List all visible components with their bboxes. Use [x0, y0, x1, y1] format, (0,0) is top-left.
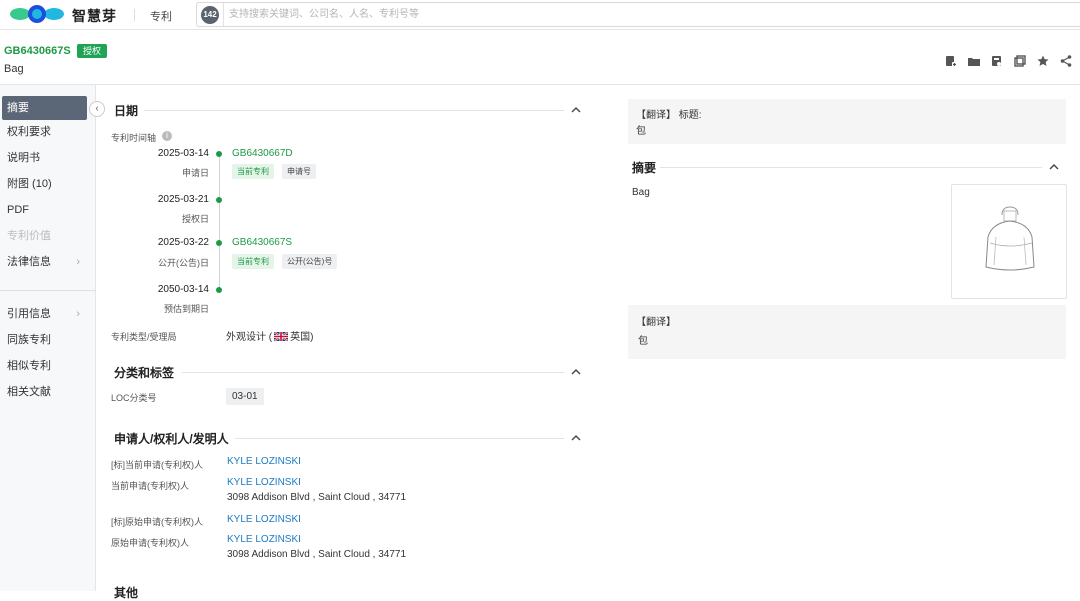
chevron-up-icon[interactable] — [571, 105, 581, 115]
timeline-label: 专利时间轴 — [111, 133, 157, 143]
chevron-right-icon: › — [76, 256, 80, 268]
current-patent-tag: 当前专利 — [232, 254, 274, 269]
abstract-translation-box: 【翻译】 包 — [628, 305, 1066, 359]
sidebar-item-description[interactable]: 说明书 — [0, 146, 96, 170]
timeline-event-label: 授权日 — [181, 214, 209, 224]
bag-drawing-icon — [985, 206, 1035, 271]
sidebar-item-patent-value: 专利价值 — [7, 230, 51, 242]
design-thumbnail[interactable] — [951, 184, 1067, 299]
sidebar-item-family[interactable]: 同族专利 — [0, 328, 96, 352]
toolbar — [944, 54, 1072, 68]
translation-text: 包 — [638, 336, 648, 347]
section-divider — [182, 372, 564, 373]
loc-class-tag[interactable]: 03-01 — [226, 388, 264, 405]
sidebar-divider — [0, 290, 96, 291]
title-translation-box: 【翻译】 标题: 包 — [628, 99, 1066, 144]
party-label: [标]原始申请(专利权)人 — [111, 517, 203, 527]
party-address: 3098 Addison Blvd , Saint Cloud , 34771 — [227, 492, 407, 503]
chevron-up-icon[interactable] — [571, 367, 581, 377]
sidebar-item-abstract[interactable]: 摘要 — [2, 96, 87, 120]
section-title-classification: 分类和标签 — [114, 366, 175, 380]
sidebar-item-legal[interactable]: 法律信息 › — [0, 250, 96, 274]
chevron-right-icon: › — [76, 308, 80, 320]
section-divider — [660, 167, 1042, 168]
section-divider — [235, 438, 564, 439]
party-label: 当前申请(专利权)人 — [111, 481, 189, 491]
topbar-divider — [134, 9, 135, 21]
party-name-link[interactable]: KYLE LOZINSKI — [227, 477, 301, 488]
section-divider — [144, 110, 564, 111]
translation-text: 包 — [636, 126, 646, 137]
nav-patent-link[interactable]: 专利 — [150, 8, 172, 24]
translation-label: 【翻译】 — [636, 317, 676, 328]
timeline-event-label: 申请日 — [181, 168, 209, 178]
chevron-up-icon[interactable] — [1049, 162, 1059, 172]
sidebar-item-claims[interactable]: 权利要求 — [0, 120, 96, 144]
patent-type-text: 外观设计 ( — [226, 332, 273, 343]
country-text: 英国) — [290, 332, 314, 343]
party-label: [标]当前申请(专利权)人 — [111, 460, 203, 470]
timeline-date: 2025-03-14 — [157, 148, 209, 159]
add-note-icon[interactable] — [944, 54, 957, 67]
section-title-parties: 申请人/权利人/发明人 — [114, 432, 229, 446]
sidebar-item-figures[interactable]: 附图 (10) — [0, 172, 96, 196]
party-name-link[interactable]: KYLE LOZINSKI — [227, 456, 301, 467]
star-icon[interactable] — [1036, 54, 1049, 67]
timeline-event-label: 预估到期日 — [163, 304, 209, 314]
save-document-icon[interactable] — [990, 54, 1003, 67]
timeline-dot — [216, 287, 222, 293]
info-icon[interactable]: i — [162, 131, 172, 141]
search-box[interactable]: 142 — [196, 2, 1080, 27]
sidebar-item-related[interactable]: 相关文献 — [0, 380, 96, 404]
folder-icon[interactable] — [967, 54, 980, 67]
timeline-dot — [216, 197, 222, 203]
search-count-badge[interactable]: 142 — [201, 6, 219, 24]
publication-number-link[interactable]: GB6430667S — [232, 237, 292, 248]
patent-title: Bag — [4, 63, 24, 75]
uk-flag-icon — [274, 332, 289, 341]
timeline-date: 2025-03-21 — [157, 194, 209, 205]
section-title-other: 其他 — [114, 586, 139, 600]
sidebar-item-label: 法律信息 — [7, 256, 51, 268]
collapse-sidebar-button[interactable]: ‹ — [89, 101, 105, 117]
patsnap-logo-icon[interactable] — [8, 3, 66, 25]
chevron-up-icon[interactable] — [571, 433, 581, 443]
timeline-date: 2050-03-14 — [157, 284, 209, 295]
sidebar-item-label: 引用信息 — [7, 308, 51, 320]
translation-label: 【翻译】 标题: — [636, 110, 702, 121]
search-input[interactable] — [229, 5, 1029, 24]
abstract-text: Bag — [632, 187, 650, 198]
compare-icon[interactable] — [1013, 54, 1026, 67]
publication-number-tag: 公开(公告)号 — [282, 254, 338, 269]
application-number-tag: 申请号 — [282, 164, 316, 179]
sidebar-item-citations[interactable]: 引用信息 › — [0, 302, 96, 326]
search-divider — [223, 3, 224, 26]
loc-label: LOC分类号 — [111, 393, 157, 403]
section-sidebar: 摘要 权利要求 说明书 附图 (10) PDF 专利价值 法律信息 › 引用信息… — [0, 85, 96, 591]
timeline-dot — [216, 240, 222, 246]
party-name-link[interactable]: KYLE LOZINSKI — [227, 534, 301, 545]
sidebar-item-pdf[interactable]: PDF — [0, 198, 96, 222]
timeline-line — [219, 154, 220, 290]
patent-header: GB6430667S 授权 Bag — [0, 30, 1080, 85]
patent-type-label: 专利类型/受理局 — [111, 332, 177, 342]
application-number-link[interactable]: GB6430667D — [232, 148, 293, 159]
brand-name[interactable]: 智慧芽 — [72, 6, 117, 26]
party-name-link[interactable]: KYLE LOZINSKI — [227, 514, 301, 525]
patent-number: GB6430667S — [4, 45, 71, 57]
top-bar: 智慧芽 专利 142 — [0, 0, 1080, 30]
current-patent-tag: 当前专利 — [232, 164, 274, 179]
timeline-event-label: 公开(公告)日 — [158, 258, 209, 268]
section-title-dates: 日期 — [114, 104, 139, 118]
patent-type-value: 外观设计 ( 英国) — [226, 328, 313, 343]
share-icon[interactable] — [1059, 54, 1072, 67]
timeline-date: 2025-03-22 — [157, 237, 209, 248]
party-label: 原始申请(专利权)人 — [111, 538, 189, 548]
sidebar-item-similar[interactable]: 相似专利 — [0, 354, 96, 378]
status-badge: 授权 — [77, 44, 108, 58]
section-title-abstract: 摘要 — [632, 161, 657, 175]
timeline-dot — [216, 151, 222, 157]
party-address: 3098 Addison Blvd , Saint Cloud , 34771 — [227, 549, 407, 560]
